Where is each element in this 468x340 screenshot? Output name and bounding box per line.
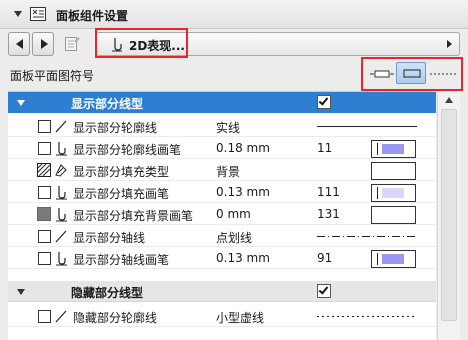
pen-color-swatch[interactable] (371, 184, 416, 202)
row-checkbox[interactable] (38, 230, 51, 243)
row-name: 隐藏部分轮廓线 (73, 311, 158, 325)
panel-titlebar[interactable]: 面板组件设置 (0, 0, 468, 29)
group-row-shown-linetype[interactable]: 显示部分线型 (8, 92, 436, 113)
arrow-right-icon (41, 39, 48, 49)
row-name: 显示部分轴线画笔 (73, 253, 170, 267)
pen-number[interactable]: 131 (317, 207, 340, 221)
line-icon (55, 230, 67, 243)
row-checkbox[interactable] (38, 252, 51, 265)
row-name: 显示部分轴线 (73, 231, 146, 245)
group-label: 显示部分线型 (71, 97, 144, 111)
group-checkbox[interactable] (317, 95, 331, 109)
row-checkbox[interactable] (38, 310, 51, 323)
pen-weight-mark (377, 143, 378, 155)
solid-fill-icon (37, 207, 51, 221)
pen-color-swatch[interactable] (371, 206, 416, 224)
row-value[interactable]: 点划线 (216, 229, 252, 246)
table-row[interactable]: 显示部分填充背景画笔 0 mm 131 (8, 204, 436, 225)
pen-color-fill (382, 188, 404, 198)
row-name: 显示部分轮廓线 (73, 121, 158, 135)
pen-color-fill (382, 144, 404, 154)
row-value[interactable]: 0 mm (216, 207, 251, 221)
pen-number[interactable]: 111 (317, 185, 340, 199)
table-row[interactable]: 显示部分轮廓线画笔 0.18 mm 11 (8, 138, 436, 159)
scroll-thumb[interactable] (441, 109, 457, 321)
page-list-icon[interactable] (64, 36, 80, 52)
line-icon (55, 310, 67, 323)
scroll-up-arrow-icon[interactable] (445, 97, 453, 103)
plan-symbol-label: 面板平面图符号 (10, 69, 95, 83)
collapse-arrow-icon[interactable] (14, 11, 22, 17)
pen-weight-mark (377, 253, 378, 265)
pen-icon (56, 186, 67, 200)
row-name: 显示部分轮廓线画笔 (73, 143, 182, 157)
panel-settings-icon (30, 7, 46, 21)
row-name: 显示部分填充背景画笔 (73, 209, 194, 223)
row-name: 显示部分填充画笔 (73, 187, 170, 201)
arrow-left-icon (16, 39, 23, 49)
table-scrollbar[interactable] (437, 91, 460, 340)
pen-weight-mark (377, 187, 378, 199)
hatch-fill-icon (37, 163, 51, 177)
table-row[interactable]: 显示部分填充画笔 0.13 mm 111 (8, 182, 436, 203)
pen-icon (56, 142, 67, 156)
row-checkbox[interactable] (38, 186, 51, 199)
pen-color-swatch[interactable] (371, 140, 416, 158)
row-checkbox[interactable] (38, 120, 51, 133)
page-navigation: 2D表现... (8, 32, 460, 58)
solid-line-preview (317, 126, 417, 127)
row-value[interactable]: 0.13 mm (216, 185, 270, 199)
fill-pattern-swatch[interactable] (371, 162, 416, 180)
checkmark-icon (318, 95, 329, 106)
fill-brush-icon (55, 164, 67, 177)
pen-color-fill (382, 254, 404, 264)
next-page-button[interactable] (32, 32, 54, 56)
pen-icon (56, 208, 67, 222)
pen-color-swatch[interactable] (371, 250, 416, 268)
row-value[interactable]: 实线 (216, 119, 240, 136)
group-checkbox[interactable] (317, 284, 331, 298)
expand-arrow-icon[interactable] (17, 289, 25, 295)
small-dash-line-preview (317, 316, 417, 317)
panel-title: 面板组件设置 (56, 9, 129, 23)
row-value[interactable]: 背景 (216, 163, 240, 180)
table-row[interactable]: 显示部分轮廓线 实线 (8, 116, 436, 137)
table-row[interactable]: 隐藏部分轮廓线 小型虚线 (8, 306, 436, 327)
highlight-box-page-selector (95, 28, 188, 58)
checkmark-icon (318, 284, 329, 295)
row-checkbox[interactable] (38, 142, 51, 155)
pen-number[interactable]: 11 (317, 141, 332, 155)
table-row[interactable]: 显示部分填充类型 背景 (8, 160, 436, 181)
row-value[interactable]: 小型虚线 (216, 309, 264, 326)
group-row-hidden-linetype[interactable]: 隐藏部分线型 (8, 281, 436, 302)
settings-table: 显示部分线型 显示部分轮廓线 实线 显示部分轮廓线画笔 0.18 mm 11 显… (8, 91, 436, 340)
highlight-box-view-mode (361, 57, 463, 91)
pen-icon (56, 252, 67, 266)
row-name: 显示部分填充类型 (73, 165, 170, 179)
pen-number[interactable]: 91 (317, 251, 332, 265)
page-selector-arrow-icon (447, 40, 452, 48)
line-icon (55, 120, 67, 133)
previous-page-button[interactable] (8, 32, 30, 56)
table-row[interactable]: 显示部分轴线画笔 0.13 mm 91 (8, 248, 436, 269)
row-value[interactable]: 0.13 mm (216, 251, 270, 265)
group-label: 隐藏部分线型 (71, 286, 144, 300)
table-row[interactable]: 显示部分轴线 点划线 (8, 226, 436, 247)
expand-arrow-icon[interactable] (17, 100, 25, 106)
row-value[interactable]: 0.18 mm (216, 141, 270, 155)
dash-dot-line-preview (317, 236, 417, 237)
